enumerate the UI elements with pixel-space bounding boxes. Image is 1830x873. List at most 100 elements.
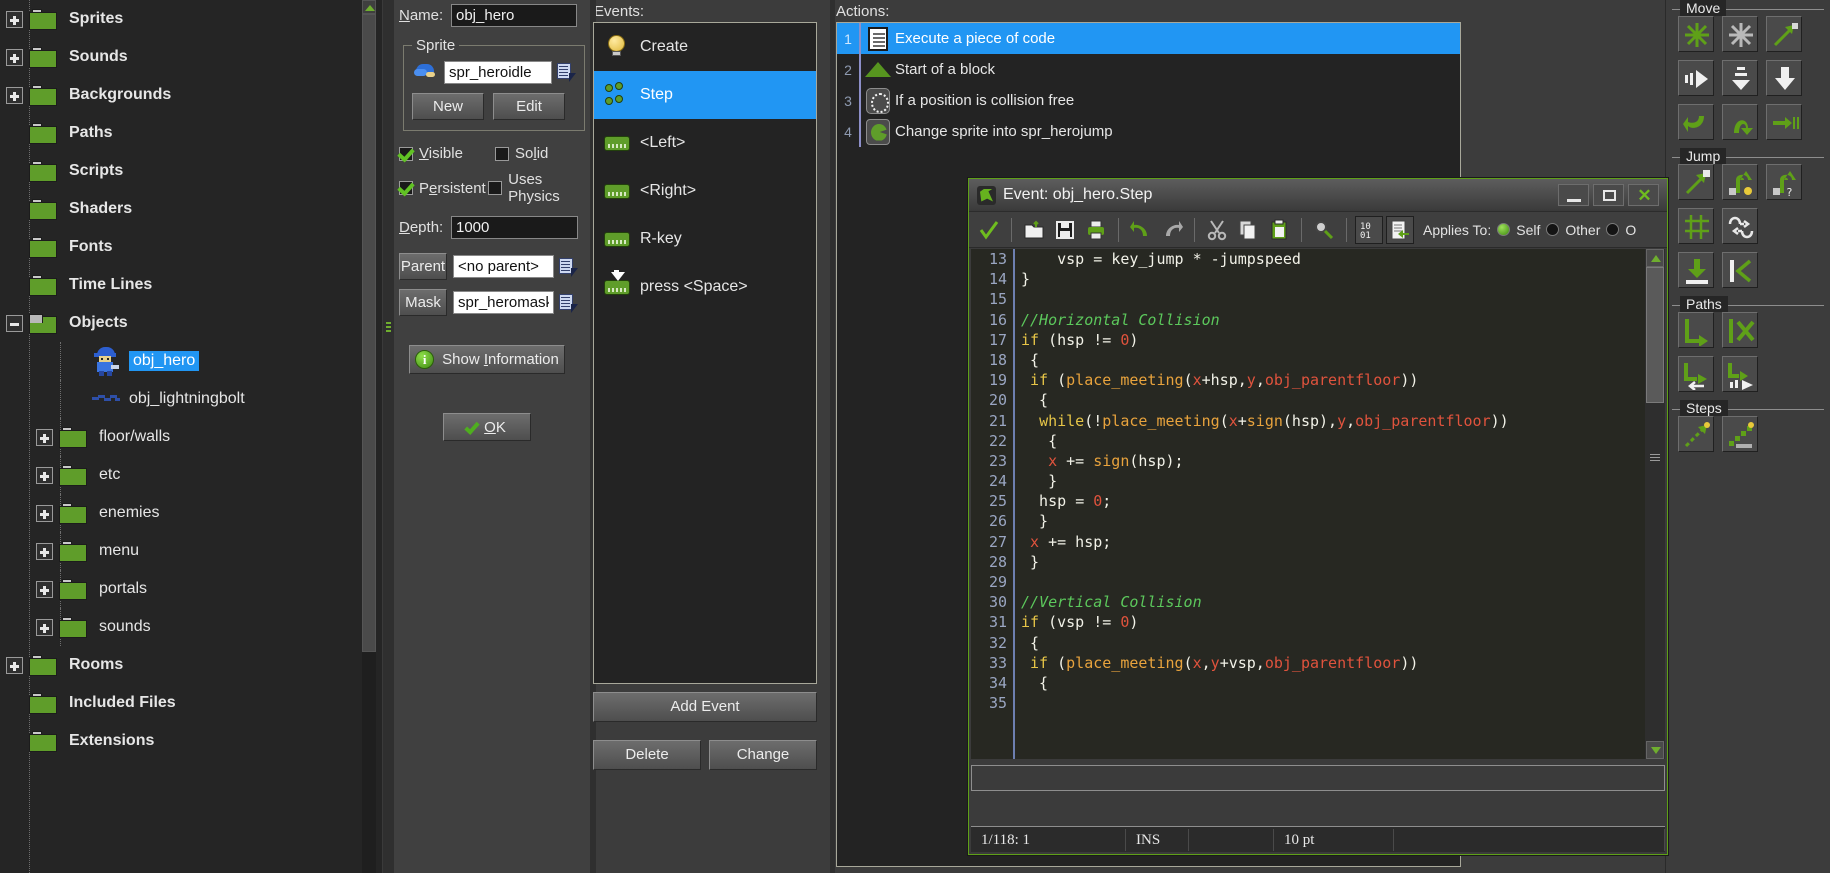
tree-item-fonts[interactable]: Fonts [0, 228, 382, 266]
save-icon[interactable] [1051, 216, 1079, 244]
cut-icon[interactable] [1203, 216, 1231, 244]
tree-item-floor-walls[interactable]: floor/walls [0, 418, 382, 456]
tree-item-label[interactable]: Time Lines [69, 276, 152, 294]
visible-checkbox[interactable] [399, 147, 413, 161]
code-line[interactable]: { [1021, 431, 1643, 451]
tree-item-label[interactable]: Included Files [69, 694, 176, 712]
code-line[interactable]: //Horizontal Collision [1021, 310, 1643, 330]
confirm-icon[interactable] [975, 216, 1003, 244]
solid-checkbox[interactable] [495, 147, 509, 161]
redo-icon[interactable] [1158, 216, 1186, 244]
set-friction-icon[interactable] [1766, 104, 1802, 140]
tree-item-label[interactable]: Objects [69, 314, 128, 332]
code-text[interactable]: vsp = key_jump * -jumpspeed} //Horizonta… [1021, 249, 1643, 759]
tree-item-label[interactable]: Shaders [69, 200, 132, 218]
path-position-icon[interactable] [1678, 356, 1714, 392]
align-to-grid-icon[interactable] [1678, 208, 1714, 244]
path-speed-icon[interactable] [1722, 356, 1758, 392]
parent-browse-icon[interactable] [558, 257, 578, 277]
tree-item-label[interactable]: etc [99, 466, 120, 484]
action-item[interactable]: 3If a position is collision free [837, 85, 1460, 116]
code-line[interactable]: if (place_meeting(x,y+vsp,obj_parentfloo… [1021, 653, 1643, 673]
code-line[interactable]: { [1021, 633, 1643, 653]
scroll-thumb[interactable] [362, 14, 376, 652]
code-editor-toolbar[interactable]: 1001 Applies To: Self Other O [969, 212, 1667, 248]
set-vertical-speed-icon[interactable] [1722, 60, 1758, 96]
parent-button[interactable]: Parent [399, 253, 447, 280]
move-free-icon[interactable] [1722, 16, 1758, 52]
step-towards-icon[interactable] [1678, 416, 1714, 452]
event-item-r-key[interactable]: R-key [594, 215, 816, 263]
tree-item-label[interactable]: Sounds [69, 48, 128, 66]
expand-icon[interactable] [36, 467, 53, 484]
show-information-button[interactable]: i Show Information [409, 345, 565, 374]
move-fixed-icon[interactable] [1678, 16, 1714, 52]
code-scroll-thumb[interactable] [1646, 267, 1664, 403]
tree-item-rooms[interactable]: Rooms [0, 646, 382, 684]
tree-item-scripts[interactable]: Scripts [0, 152, 382, 190]
move-towards-icon[interactable] [1766, 16, 1802, 52]
scroll-up-arrow-icon[interactable] [1646, 249, 1664, 267]
code-line[interactable]: if (hsp != 0) [1021, 330, 1643, 350]
tree-item-included-files[interactable]: Included Files [0, 684, 382, 722]
collapse-icon[interactable] [6, 315, 23, 332]
tree-item-label[interactable]: Backgrounds [69, 86, 171, 104]
code-line[interactable] [1021, 693, 1643, 713]
code-line[interactable] [1021, 289, 1643, 309]
tree-item-backgrounds[interactable]: Backgrounds [0, 76, 382, 114]
tree-item-enemies[interactable]: enemies [0, 494, 382, 532]
bounce-icon[interactable] [1722, 252, 1758, 288]
depth-input[interactable] [451, 216, 578, 239]
expand-icon[interactable] [6, 657, 23, 674]
mask-input[interactable] [453, 291, 554, 314]
applies-self-radio[interactable] [1497, 223, 1510, 236]
events-list[interactable]: CreateStep<Left><Right>R-keypress <Space… [593, 22, 817, 684]
sprite-browse-icon[interactable] [556, 62, 576, 82]
tree-scrollbar[interactable] [362, 0, 376, 873]
tree-item-label[interactable]: portals [99, 580, 147, 598]
code-line[interactable]: } [1021, 269, 1643, 289]
scroll-down-arrow-icon[interactable] [1646, 741, 1664, 759]
event-item-left[interactable]: <Left> [594, 119, 816, 167]
tree-item-label[interactable]: enemies [99, 504, 159, 522]
properties-splitter[interactable] [383, 0, 394, 873]
code-line[interactable]: } [1021, 471, 1643, 491]
applies-other-radio[interactable] [1546, 223, 1559, 236]
jump-start-icon[interactable] [1722, 164, 1758, 200]
expand-icon[interactable] [6, 49, 23, 66]
code-line[interactable]: x += hsp; [1021, 532, 1643, 552]
new-sprite-button[interactable]: New [412, 93, 484, 120]
code-line[interactable]: if (place_meeting(x+hsp,y,obj_parentfloo… [1021, 370, 1643, 390]
ok-button[interactable]: OK [443, 413, 531, 441]
tree-item-shaders[interactable]: Shaders [0, 190, 382, 228]
set-path-icon[interactable] [1678, 312, 1714, 348]
tree-item-menu[interactable]: menu [0, 532, 382, 570]
paste-icon[interactable] [1265, 216, 1293, 244]
expand-icon[interactable] [36, 619, 53, 636]
tree-item-label[interactable]: Extensions [69, 732, 154, 750]
resource-tree[interactable]: SpritesSoundsBackgroundsPathsScriptsShad… [0, 0, 383, 873]
applies-object-radio[interactable] [1606, 223, 1619, 236]
tree-item-time-lines[interactable]: Time Lines [0, 266, 382, 304]
undo-icon[interactable] [1127, 216, 1155, 244]
maximize-icon[interactable] [1593, 184, 1624, 206]
tree-item-portals[interactable]: portals [0, 570, 382, 608]
tree-item-label[interactable]: obj_lightningbolt [129, 390, 245, 408]
delete-event-button[interactable]: Delete [593, 740, 701, 770]
persistent-checkbox[interactable] [399, 181, 413, 195]
sprite-name-input[interactable] [444, 61, 552, 84]
jump-random-icon[interactable]: ? [1766, 164, 1802, 200]
action-item[interactable]: 1Execute a piece of code [837, 23, 1460, 54]
open-icon[interactable] [1020, 216, 1048, 244]
event-item-right[interactable]: <Right> [594, 167, 816, 215]
find-icon[interactable] [1310, 216, 1338, 244]
uses-physics-checkbox[interactable] [488, 181, 502, 195]
code-line[interactable]: { [1021, 390, 1643, 410]
code-line[interactable]: } [1021, 511, 1643, 531]
tree-item-label[interactable]: Sprites [69, 10, 123, 28]
expand-icon[interactable] [36, 429, 53, 446]
insert-icon[interactable] [1386, 216, 1414, 244]
tree-item-label[interactable]: Rooms [69, 656, 123, 674]
code-line[interactable] [1021, 572, 1643, 592]
set-speed-icon[interactable] [1678, 60, 1714, 96]
